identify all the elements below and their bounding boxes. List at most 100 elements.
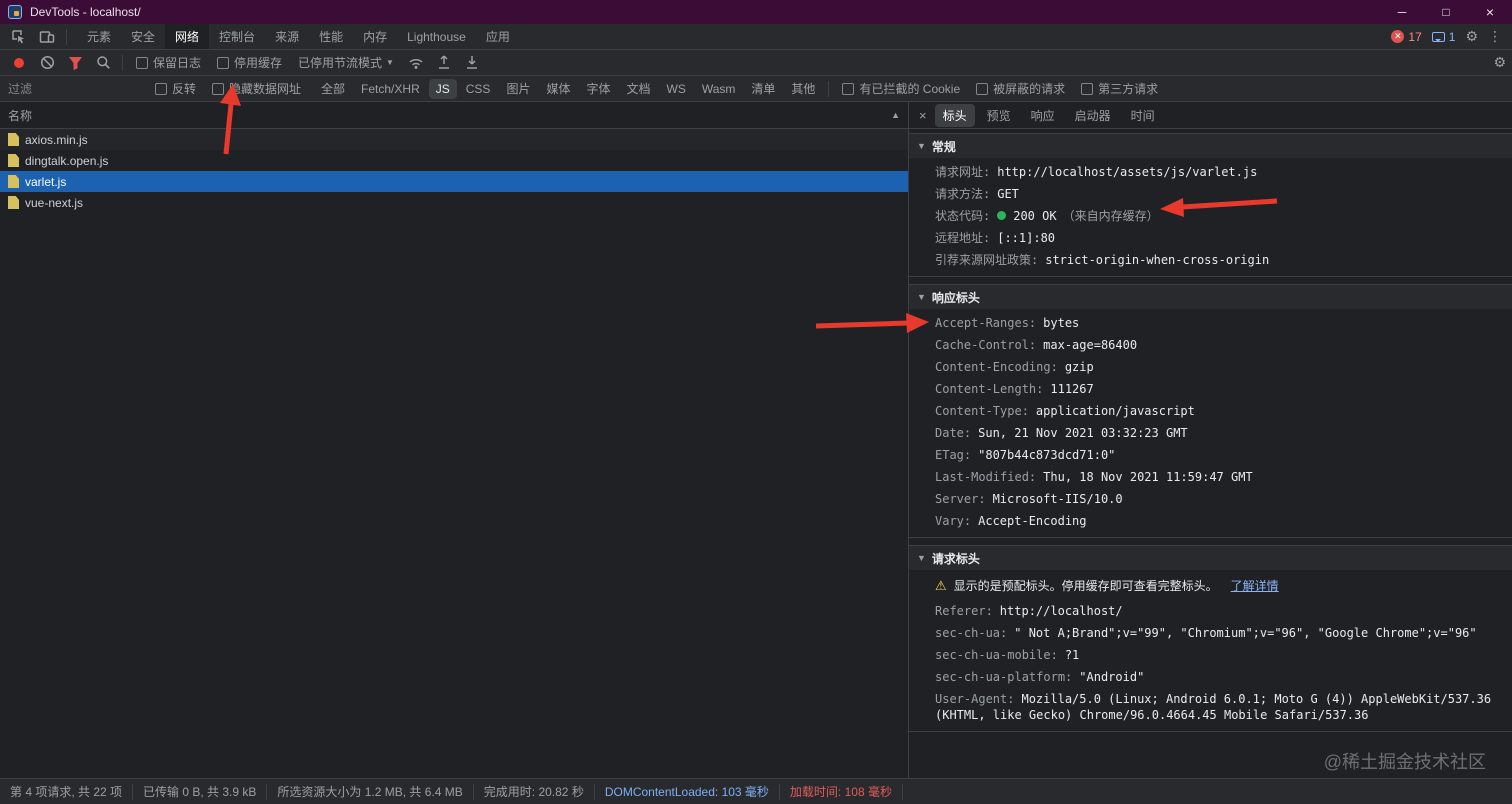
detail-tab-preview[interactable]: 预览	[979, 104, 1019, 127]
status-green-dot-icon	[997, 211, 1007, 220]
status-load-time: 加载时间: 108 毫秒	[780, 783, 903, 800]
request-row[interactable]: vue-next.js	[0, 192, 908, 213]
blocked-cookies-checkbox[interactable]	[842, 82, 855, 95]
error-badge[interactable]: ✕ 17	[1391, 30, 1422, 44]
close-panel-icon[interactable]: ×	[915, 108, 931, 123]
filter-chip-wasm[interactable]: Wasm	[695, 79, 743, 99]
issues-badge[interactable]: 1	[1431, 30, 1455, 44]
invert-checkbox[interactable]	[155, 82, 167, 95]
preserve-log-checkbox[interactable]	[136, 56, 148, 69]
request-row-selected[interactable]: varlet.js	[0, 171, 908, 192]
hide-data-urls-checkbox[interactable]	[212, 82, 225, 95]
detail-tab-timing[interactable]: 时间	[1123, 104, 1163, 127]
filter-chip-all[interactable]: 全部	[314, 77, 352, 100]
export-har-icon[interactable]	[459, 51, 485, 75]
network-filter-bar: 反转 隐藏数据网址 全部 Fetch/XHR JS CSS 图片 媒体 字体 文…	[0, 76, 1512, 102]
network-conditions-icon[interactable]	[403, 51, 429, 75]
clear-network-log-button[interactable]	[34, 51, 60, 75]
tab-security[interactable]: 安全	[121, 24, 165, 49]
disable-cache-checkbox[interactable]	[217, 56, 230, 69]
headers-view: ▼ 常规 请求网址: http://localhost/assets/js/var…	[909, 129, 1512, 778]
header-row: Vary: Accept-Encoding	[935, 514, 1087, 528]
script-file-icon	[8, 154, 19, 167]
hide-data-urls-toggle[interactable]: 隐藏数据网址	[212, 80, 301, 97]
blocked-cookies-toggle[interactable]: 有已拦截的 Cookie	[842, 80, 960, 97]
blocked-requests-checkbox[interactable]	[976, 82, 989, 95]
filter-input[interactable]	[6, 80, 146, 97]
more-menu-icon[interactable]: ⋮	[1488, 28, 1502, 45]
script-file-icon	[8, 175, 19, 188]
chevron-down-icon: ▼	[386, 58, 394, 67]
search-icon[interactable]	[90, 51, 116, 75]
maximize-button[interactable]: □	[1424, 0, 1468, 24]
request-name: axios.min.js	[25, 132, 88, 147]
provisional-headers-warning: ⚠ 显示的是预配标头。停用缓存即可查看完整标头。 了解详情	[909, 573, 1512, 600]
third-party-checkbox[interactable]	[1081, 82, 1094, 95]
request-row[interactable]: axios.min.js	[0, 129, 908, 150]
filter-chip-css[interactable]: CSS	[459, 79, 498, 99]
filter-chip-fetch-xhr[interactable]: Fetch/XHR	[354, 79, 427, 99]
section-response-headers-header[interactable]: ▼ 响应标头	[909, 285, 1512, 309]
tab-memory[interactable]: 内存	[353, 24, 397, 49]
filter-chip-font[interactable]: 字体	[579, 77, 617, 100]
network-settings-gear-icon[interactable]: ⚙	[1493, 54, 1506, 71]
detail-tab-headers[interactable]: 标头	[934, 103, 975, 127]
request-row[interactable]: dingtalk.open.js	[0, 150, 908, 171]
request-name: vue-next.js	[25, 195, 84, 210]
header-row: User-Agent: Mozilla/5.0 (Linux; Android 6…	[935, 692, 1492, 722]
tab-network[interactable]: 网络	[165, 24, 210, 49]
tab-lighthouse[interactable]: Lighthouse	[397, 24, 476, 49]
header-row: ETag: "807b44c873dcd71:0"	[935, 448, 1116, 462]
settings-gear-icon[interactable]: ⚙	[1465, 28, 1478, 45]
filter-chip-ws[interactable]: WS	[660, 79, 693, 99]
header-row: sec-ch-ua-mobile: ?1	[935, 648, 1080, 662]
filter-funnel-icon[interactable]	[62, 51, 88, 75]
name-column-header[interactable]: 名称 ▲	[0, 102, 908, 129]
header-row: Content-Length: 111267	[935, 382, 1094, 396]
device-toolbar-icon[interactable]	[34, 25, 60, 49]
throttling-select[interactable]: 已停用节流模式 ▼	[298, 54, 394, 71]
filter-chip-manifest[interactable]: 清单	[744, 77, 782, 100]
preserve-log-label: 保留日志	[153, 56, 202, 70]
section-general-header[interactable]: ▼ 常规	[909, 134, 1512, 158]
tab-performance[interactable]: 性能	[309, 24, 353, 49]
sort-ascending-icon: ▲	[891, 110, 900, 120]
divider	[66, 28, 67, 45]
tab-sources[interactable]: 来源	[265, 24, 309, 49]
header-row: 引荐来源网址政策: strict-origin-when-cross-origin	[935, 253, 1270, 267]
filter-chip-js[interactable]: JS	[428, 78, 457, 99]
invert-filter-toggle[interactable]: 反转	[155, 80, 196, 97]
filter-chip-doc[interactable]: 文档	[619, 77, 657, 100]
inspect-element-icon[interactable]	[6, 25, 32, 49]
tab-console[interactable]: 控制台	[209, 24, 265, 49]
section-request-headers-header[interactable]: ▼ 请求标头	[909, 546, 1512, 570]
close-button[interactable]: ×	[1468, 0, 1512, 24]
issues-icon	[1431, 31, 1445, 42]
learn-more-link[interactable]: 了解详情	[1231, 577, 1279, 594]
record-network-log-button[interactable]	[6, 51, 32, 75]
request-details-panel: × 标头 预览 响应 启动器 时间 ▼ 常规 请求网址: http://local…	[909, 102, 1512, 778]
devtools-logo-icon	[8, 5, 22, 19]
filter-chip-img[interactable]: 图片	[499, 77, 537, 100]
collapse-triangle-icon: ▼	[917, 141, 926, 151]
minimize-button[interactable]: ─	[1380, 0, 1424, 24]
status-dom-content-loaded: DOMContentLoaded: 103 毫秒	[595, 783, 780, 800]
filter-chip-other[interactable]: 其他	[784, 77, 822, 100]
filter-chip-media[interactable]: 媒体	[539, 77, 577, 100]
import-har-icon[interactable]	[431, 51, 457, 75]
detail-tab-initiator[interactable]: 启动器	[1067, 104, 1119, 127]
disable-cache-toggle[interactable]: 停用缓存	[217, 54, 282, 71]
third-party-toggle[interactable]: 第三方请求	[1081, 80, 1158, 97]
detail-tab-response[interactable]: 响应	[1023, 104, 1063, 127]
collapse-triangle-icon: ▼	[917, 553, 926, 563]
collapse-triangle-icon: ▼	[917, 292, 926, 302]
blocked-requests-toggle[interactable]: 被屏蔽的请求	[976, 80, 1065, 97]
tab-elements[interactable]: 元素	[77, 24, 121, 49]
header-row: Cache-Control: max-age=86400	[935, 338, 1138, 352]
header-row: Accept-Ranges: bytes	[935, 316, 1080, 330]
status-requests: 第 4 项请求, 共 22 项	[0, 783, 134, 800]
preserve-log-toggle[interactable]: 保留日志	[136, 54, 201, 71]
tab-application[interactable]: 应用	[476, 24, 520, 49]
warning-triangle-icon: ⚠	[935, 577, 947, 593]
section-general: ▼ 常规 请求网址: http://localhost/assets/js/var…	[909, 133, 1512, 277]
